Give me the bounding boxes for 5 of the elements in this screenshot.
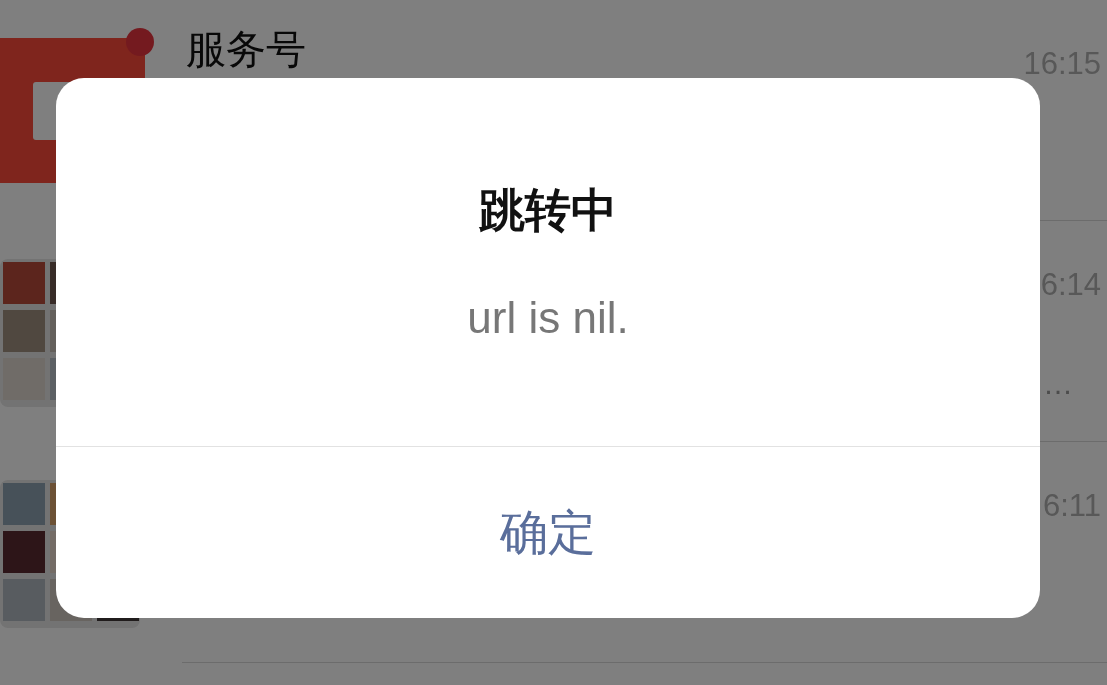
dialog-message: url is nil. (467, 292, 629, 344)
message-preview: … (1043, 369, 1073, 399)
chat-name: 服务号 (186, 26, 306, 72)
confirm-button[interactable]: 确定 (484, 492, 612, 573)
dialog-title: 跳转中 (479, 183, 617, 238)
